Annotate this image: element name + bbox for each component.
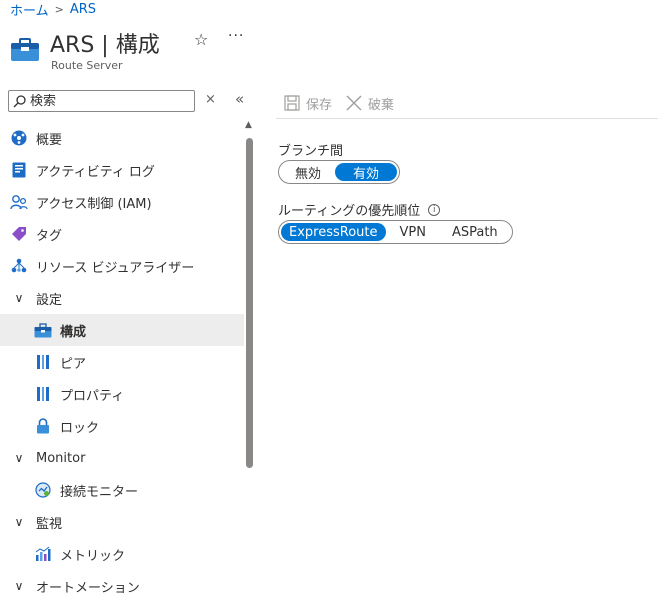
discard-label: 破棄 <box>368 97 395 113</box>
sidebar-group-monitoring[interactable]: ∨ 監視 <box>0 506 244 538</box>
sidebar-item-peers[interactable]: ピア <box>0 346 244 378</box>
branch-option-enabled[interactable]: 有効 <box>335 163 398 182</box>
lock-icon <box>34 417 52 435</box>
breadcrumb-home-link[interactable]: ホーム <box>10 0 49 19</box>
search-box[interactable] <box>8 90 195 112</box>
sidebar-item-label: アクセス制御 (IAM) <box>36 196 152 212</box>
save-button[interactable]: 保存 <box>284 94 332 113</box>
metrics-icon <box>34 545 52 563</box>
sidebar-item-connection-monitor[interactable]: 接続モニター <box>0 474 244 506</box>
routing-option-aspath[interactable]: ASPath <box>440 223 510 241</box>
sidebar-item-label: 構成 <box>60 324 87 340</box>
main-content: 保存 破棄 ブランチ間 無効 有効 ルーティングの優先順位 i ExpressR… <box>258 84 658 594</box>
save-label: 保存 <box>306 97 333 113</box>
routing-option-expressroute[interactable]: ExpressRoute <box>281 223 386 241</box>
routing-option-vpn[interactable]: VPN <box>386 223 440 241</box>
configuration-icon <box>34 321 52 339</box>
sidebar-scrollbar[interactable]: ▲ <box>244 120 256 594</box>
collapse-sidebar-icon[interactable]: « <box>235 90 244 108</box>
routing-preference-label: ルーティングの優先順位 i <box>278 200 441 219</box>
sidebar-item-properties[interactable]: プロパティ <box>0 378 244 410</box>
routing-label-text: ルーティングの優先順位 <box>278 204 421 219</box>
breadcrumb: ホーム > ARS <box>10 0 96 19</box>
peer-icon <box>34 353 52 371</box>
iam-icon <box>10 193 28 211</box>
sidebar-nav: 概要 アクティビティ ログ アクセス制御 (IAM) タグ リソース ビジュアラ… <box>0 122 244 594</box>
favorite-star-icon[interactable]: ☆ <box>194 30 208 49</box>
discard-button[interactable]: 破棄 <box>346 94 394 113</box>
activity-log-icon <box>10 161 28 179</box>
sidebar-item-label: 設定 <box>36 292 63 308</box>
sidebar-item-label: ピア <box>60 356 87 372</box>
page-subtitle: Route Server <box>51 59 123 72</box>
sidebar-item-label: ロック <box>60 420 100 436</box>
routing-preference-toggle[interactable]: ExpressRoute VPN ASPath <box>278 220 513 244</box>
page-title: ARS | 構成 <box>50 33 160 58</box>
sidebar-item-label: タグ <box>36 228 63 244</box>
discard-icon <box>346 95 362 111</box>
route-server-icon <box>11 38 39 61</box>
branch-to-branch-label: ブランチ間 <box>278 140 343 159</box>
save-icon <box>284 95 300 111</box>
branch-option-disabled[interactable]: 無効 <box>281 163 335 182</box>
sidebar-item-overview[interactable]: 概要 <box>0 122 244 154</box>
sidebar-item-tags[interactable]: タグ <box>0 218 244 250</box>
search-input[interactable] <box>30 93 180 109</box>
branch-label-text: ブランチ間 <box>278 144 344 159</box>
sidebar-item-iam[interactable]: アクセス制御 (IAM) <box>0 186 244 218</box>
sidebar-item-label: 概要 <box>36 132 63 148</box>
sidebar-item-label: アクティビティ ログ <box>36 164 155 180</box>
sidebar-item-configuration[interactable]: 構成 <box>0 314 244 346</box>
properties-icon <box>34 385 52 403</box>
scroll-up-icon[interactable]: ▲ <box>245 120 252 130</box>
page-header: ARS | 構成 Route Server ☆ ··· <box>10 26 650 72</box>
command-bar: 保存 破棄 <box>284 92 408 114</box>
sidebar-group-automation[interactable]: ∨ オートメーション <box>0 570 244 594</box>
sidebar-item-label: 監視 <box>36 516 63 532</box>
chevron-down-icon: ∨ <box>14 291 24 305</box>
breadcrumb-separator-icon: > <box>54 2 64 16</box>
sidebar-item-activity-log[interactable]: アクティビティ ログ <box>0 154 244 186</box>
chevron-down-icon: ∨ <box>14 451 24 465</box>
sidebar-item-label: オートメーション <box>36 580 140 594</box>
connection-monitor-icon <box>34 481 52 499</box>
search-icon <box>13 94 26 107</box>
clear-search-icon[interactable]: × <box>205 92 216 107</box>
sidebar-group-monitor[interactable]: ∨ Monitor <box>0 442 244 474</box>
sidebar-item-label: リソース ビジュアライザー <box>36 260 195 276</box>
chevron-down-icon: ∨ <box>14 515 24 529</box>
sidebar: × « 概要 アクティビティ ログ アクセス制御 (IAM) タグ <box>0 84 258 594</box>
visualizer-icon <box>10 257 28 275</box>
breadcrumb-current-link[interactable]: ARS <box>70 2 96 17</box>
chevron-down-icon: ∨ <box>14 579 24 593</box>
sidebar-item-resource-visualizer[interactable]: リソース ビジュアライザー <box>0 250 244 282</box>
branch-toggle[interactable]: 無効 有効 <box>278 160 401 184</box>
overview-icon <box>10 129 28 147</box>
tag-icon <box>10 225 28 243</box>
sidebar-item-label: 接続モニター <box>60 484 139 500</box>
sidebar-item-label: プロパティ <box>60 388 125 404</box>
sidebar-item-label: Monitor <box>36 450 86 466</box>
sidebar-item-metrics[interactable]: メトリック <box>0 538 244 570</box>
info-icon[interactable]: i <box>428 203 441 216</box>
sidebar-item-label: メトリック <box>60 548 126 564</box>
sidebar-item-locks[interactable]: ロック <box>0 410 244 442</box>
sidebar-group-settings[interactable]: ∨ 設定 <box>0 282 244 314</box>
scrollbar-thumb[interactable] <box>246 138 253 468</box>
more-options-icon[interactable]: ··· <box>228 28 244 44</box>
toolbar-divider <box>276 118 658 119</box>
